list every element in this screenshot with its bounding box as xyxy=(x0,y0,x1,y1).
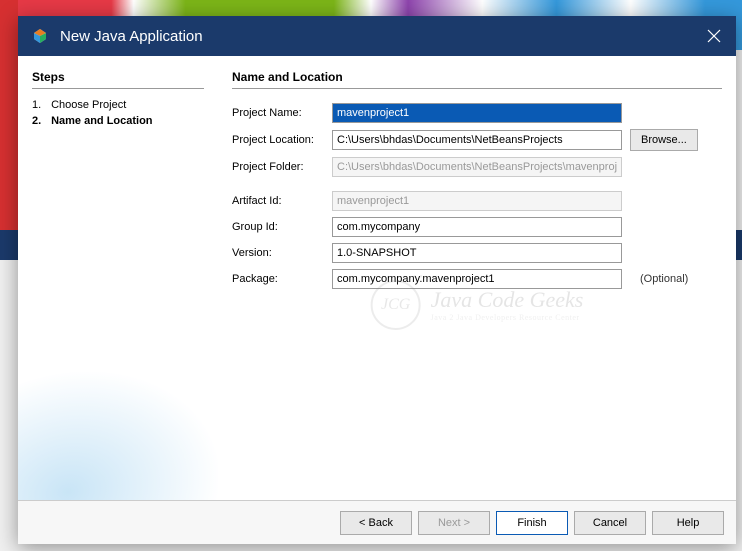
group-id-row: Group Id: xyxy=(232,217,722,237)
project-name-input[interactable] xyxy=(332,103,622,123)
version-input[interactable] xyxy=(332,243,622,263)
project-location-row: Project Location: Browse... xyxy=(232,129,722,151)
artifact-id-label: Artifact Id: xyxy=(232,195,332,207)
group-id-label: Group Id: xyxy=(232,221,332,233)
content-heading: Name and Location xyxy=(232,70,722,89)
background-decoration-left xyxy=(0,0,18,260)
titlebar: New Java Application xyxy=(18,16,736,56)
package-input[interactable] xyxy=(332,269,622,289)
version-label: Version: xyxy=(232,247,332,259)
project-location-label: Project Location: xyxy=(232,134,332,146)
back-button[interactable]: < Back xyxy=(340,511,412,535)
step-number: 2. xyxy=(32,115,48,127)
package-row: Package: (Optional) xyxy=(232,269,722,289)
cancel-button[interactable]: Cancel xyxy=(574,511,646,535)
step-label: Name and Location xyxy=(51,115,152,127)
steps-heading: Steps xyxy=(32,70,204,89)
artifact-id-row: Artifact Id: xyxy=(232,191,722,211)
close-icon[interactable] xyxy=(704,26,724,46)
button-bar: < Back Next > Finish Cancel Help xyxy=(18,500,736,544)
step-number: 1. xyxy=(32,99,48,111)
browse-button[interactable]: Browse... xyxy=(630,129,698,151)
artifact-id-input xyxy=(332,191,622,211)
titlebar-title: New Java Application xyxy=(60,28,704,45)
next-button: Next > xyxy=(418,511,490,535)
watermark-main: Java Code Geeks xyxy=(431,287,584,313)
watermark-sub: Java 2 Java Developers Resource Center xyxy=(431,313,584,322)
project-folder-row: Project Folder: xyxy=(232,157,722,177)
steps-list: 1. Choose Project 2. Name and Location xyxy=(32,97,204,129)
version-row: Version: xyxy=(232,243,722,263)
project-folder-input xyxy=(332,157,622,177)
group-id-input[interactable] xyxy=(332,217,622,237)
content-panel: Name and Location Project Name: Project … xyxy=(218,56,736,500)
step-item: 2. Name and Location xyxy=(32,113,204,129)
package-label: Package: xyxy=(232,273,332,285)
project-folder-label: Project Folder: xyxy=(232,161,332,173)
app-icon xyxy=(30,26,50,46)
finish-button[interactable]: Finish xyxy=(496,511,568,535)
wizard-dialog: New Java Application Steps 1. Choose Pro… xyxy=(18,16,736,544)
step-label: Choose Project xyxy=(51,99,126,111)
help-button[interactable]: Help xyxy=(652,511,724,535)
optional-label: (Optional) xyxy=(640,273,688,285)
project-name-row: Project Name: xyxy=(232,103,722,123)
steps-panel: Steps 1. Choose Project 2. Name and Loca… xyxy=(18,56,218,500)
main-area: Steps 1. Choose Project 2. Name and Loca… xyxy=(18,56,736,500)
step-item: 1. Choose Project xyxy=(32,97,204,113)
watermark-text: Java Code Geeks Java 2 Java Developers R… xyxy=(431,287,584,322)
project-name-label: Project Name: xyxy=(232,107,332,119)
project-location-input[interactable] xyxy=(332,130,622,150)
